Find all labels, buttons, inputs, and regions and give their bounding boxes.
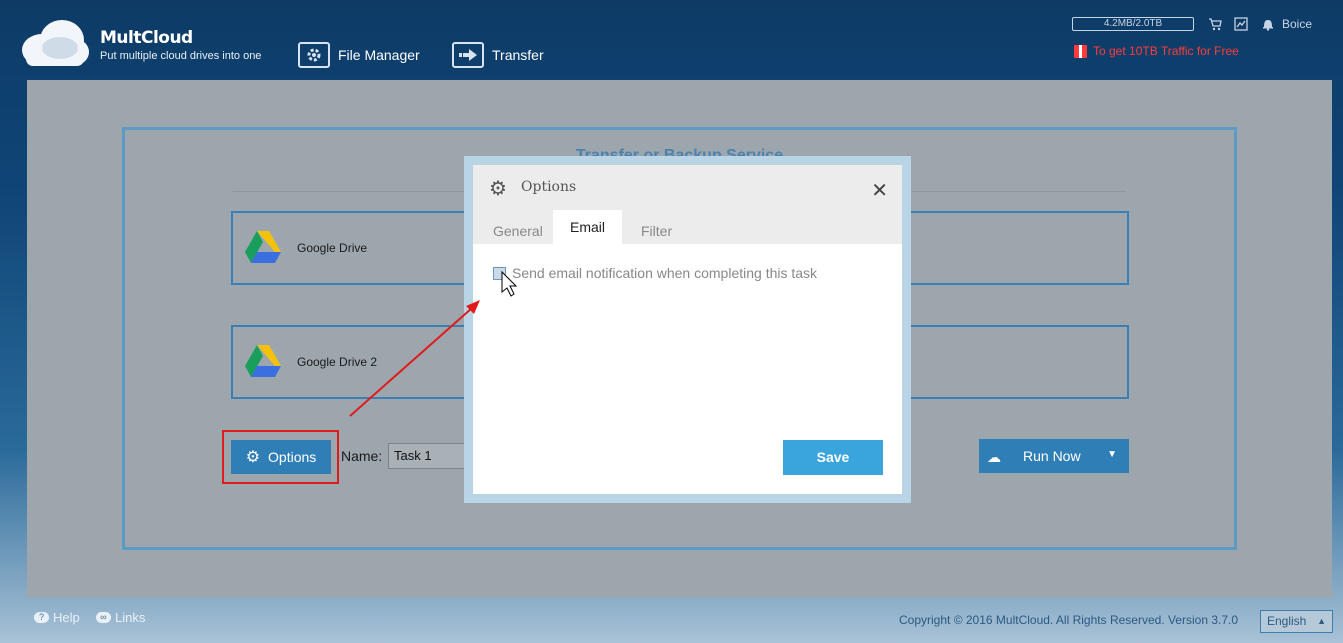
gift-icon <box>1074 44 1087 58</box>
nav-transfer[interactable]: Transfer <box>452 40 544 70</box>
footer-links-label: Links <box>115 610 146 625</box>
google-drive-icon <box>245 345 281 377</box>
username[interactable]: Boice <box>1282 17 1312 31</box>
close-icon[interactable]: ✕ <box>871 178 888 203</box>
arrow-right-icon <box>452 42 484 68</box>
tab-filter[interactable]: Filter <box>641 223 672 239</box>
highlight-box <box>222 430 339 484</box>
gear-icon: ⚙ <box>489 178 507 200</box>
save-button[interactable]: Save <box>783 440 883 475</box>
caret-up-icon: ▲ <box>1317 616 1326 626</box>
multcloud-logo[interactable]: MultCloud Put multiple cloud drives into… <box>20 18 280 70</box>
brand-tagline: Put multiple cloud drives into one <box>100 50 262 62</box>
brand-name: MultCloud <box>100 28 193 48</box>
task-name-label: Name: <box>341 448 383 464</box>
email-notification-label: Send email notification when completing … <box>512 265 818 281</box>
promo-text: To get 10TB Traffic for Free <box>1093 44 1239 58</box>
dialog-header: ⚙ Options ✕ General Email Filter <box>473 165 902 244</box>
google-drive-icon <box>245 231 281 263</box>
footer-links-link[interactable]: ∞ Links <box>96 610 145 625</box>
caret-down-icon[interactable]: ▼ <box>1107 449 1117 460</box>
help-icon: ? <box>34 612 49 623</box>
options-dialog: ⚙ Options ✕ General Email Filter Send em… <box>464 156 911 503</box>
cart-icon[interactable] <box>1208 17 1222 31</box>
gear-icon <box>298 42 330 68</box>
chart-icon[interactable] <box>1234 17 1248 31</box>
link-cloud-icon: ∞ <box>96 612 111 623</box>
nav-file-manager[interactable]: File Manager <box>298 40 420 70</box>
destination-drive-label: Google Drive 2 <box>297 355 378 369</box>
bell-icon[interactable] <box>1261 17 1275 31</box>
footer-help-link[interactable]: ? Help <box>34 610 80 625</box>
email-notification-option[interactable]: Send email notification when completing … <box>493 265 817 281</box>
source-drive-label: Google Drive <box>297 241 368 255</box>
tab-general[interactable]: General <box>493 223 543 239</box>
language-selector[interactable]: English ▲ <box>1260 610 1333 633</box>
tab-email[interactable]: Email <box>553 210 622 244</box>
email-notification-checkbox[interactable] <box>493 266 506 280</box>
footer-help-label: Help <box>53 610 80 625</box>
traffic-usage-bar: 4.2MB/2.0TB <box>1072 17 1194 31</box>
copyright-text: Copyright © 2016 MultCloud. All Rights R… <box>899 613 1239 627</box>
nav-transfer-label: Transfer <box>492 47 544 63</box>
language-label: English <box>1267 614 1307 628</box>
cloud-sync-icon: ☁ <box>987 449 1001 465</box>
run-now-button[interactable]: ☁ Run Now ▼ <box>979 439 1129 473</box>
cloud-logo-icon <box>22 20 89 66</box>
run-now-label: Run Now <box>1023 448 1081 464</box>
nav-file-manager-label: File Manager <box>338 47 420 63</box>
dialog-title: Options <box>521 179 577 195</box>
promo-link[interactable]: To get 10TB Traffic for Free <box>1074 44 1239 58</box>
